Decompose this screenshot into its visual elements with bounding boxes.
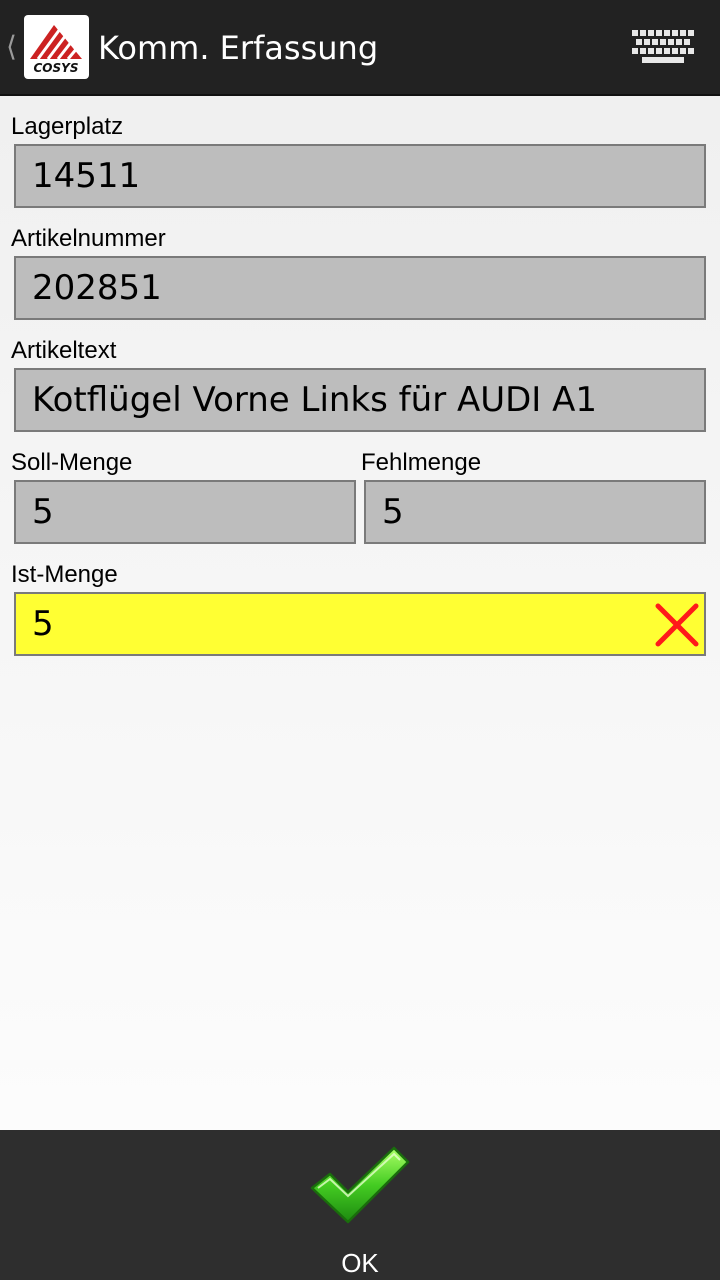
- fehlmenge-label: Fehlmenge: [361, 449, 482, 476]
- lagerplatz-field[interactable]: 14511: [14, 144, 706, 208]
- artikelnummer-field[interactable]: 202851: [14, 256, 706, 320]
- soll-menge-label: Soll-Menge: [11, 449, 133, 476]
- lagerplatz-label: Lagerplatz: [11, 113, 124, 140]
- logo-text: COSYS: [34, 61, 79, 75]
- artikeltext-field[interactable]: Kotflügel Vorne Links für AUDI A1: [14, 368, 706, 432]
- checkmark-icon: [310, 1146, 410, 1224]
- close-icon[interactable]: [652, 600, 702, 650]
- keyboard-icon[interactable]: [628, 26, 698, 70]
- ist-menge-label: Ist-Menge: [11, 561, 118, 588]
- ok-button[interactable]: OK: [300, 1144, 420, 1280]
- artikeltext-label: Artikeltext: [11, 337, 117, 364]
- artikelnummer-label: Artikelnummer: [11, 225, 166, 252]
- action-bar: ⟨ COSYS Komm. Erfassung: [0, 0, 720, 96]
- fehlmenge-field[interactable]: 5: [364, 480, 706, 544]
- page-title: Komm. Erfassung: [98, 29, 379, 67]
- bottom-bar: OK: [0, 1130, 720, 1280]
- soll-menge-field[interactable]: 5: [14, 480, 356, 544]
- ok-label: OK: [341, 1248, 379, 1278]
- app-logo-icon[interactable]: COSYS: [24, 15, 89, 79]
- chevron-left-icon[interactable]: ⟨: [6, 32, 17, 62]
- ist-menge-input[interactable]: 5: [14, 592, 706, 656]
